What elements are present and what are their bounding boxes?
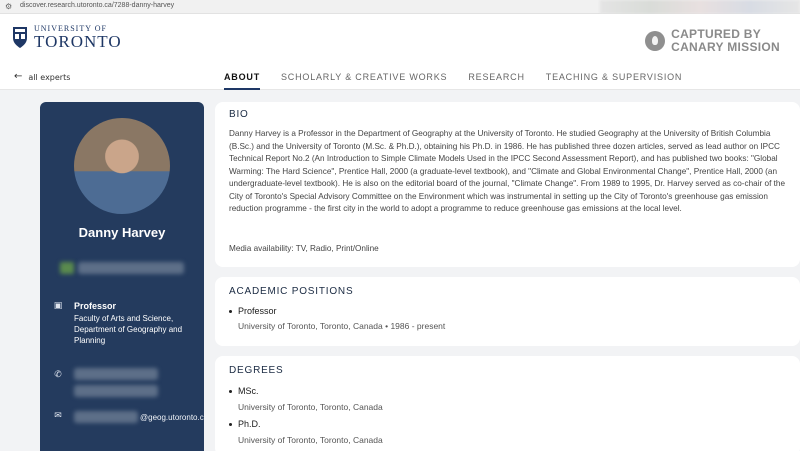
tab-teaching[interactable]: TEACHING & SUPERVISION: [546, 66, 682, 90]
profile-nav: ← all experts ABOUT SCHOLARLY & CREATIVE…: [0, 66, 800, 90]
captured-line2: CANARY MISSION: [671, 40, 780, 54]
tab-list: ABOUT SCHOLARLY & CREATIVE WORKS RESEARC…: [224, 66, 703, 90]
phone-icon: ✆: [54, 370, 62, 380]
site-header: UNIVERSITY OF TORONTO CAPTURED BY CANARY…: [0, 14, 800, 66]
academic-heading: ACADEMIC POSITIONS: [229, 286, 354, 297]
blurred-phone-2: [74, 385, 158, 397]
blurred-text: [78, 262, 184, 274]
bio-card: BIO Danny Harvey is a Professor in the D…: [215, 102, 800, 267]
degree-item-title: Ph.D.: [229, 419, 261, 429]
blurred-badge: [60, 262, 74, 274]
degree-item-title: MSc.: [229, 386, 259, 396]
logo-big-text: TORONTO: [34, 32, 122, 51]
tab-scholarly-works[interactable]: SCHOLARLY & CREATIVE WORKS: [281, 66, 447, 90]
url-text[interactable]: discover.research.utoronto.ca/7288-danny…: [20, 2, 174, 9]
bullet-icon: [229, 423, 232, 427]
browser-url-bar[interactable]: ⚙ discover.research.utoronto.ca/7288-dan…: [0, 0, 800, 14]
degree-item-detail: University of Toronto, Toronto, Canada: [238, 402, 383, 412]
blurred-browser-region: [600, 0, 800, 14]
bio-heading: BIO: [229, 109, 249, 120]
back-label: all experts: [28, 72, 71, 82]
back-link[interactable]: ← all experts: [14, 72, 70, 82]
bullet-icon: [229, 310, 232, 314]
bio-text: Danny Harvey is a Professor in the Depar…: [229, 129, 786, 213]
tab-about[interactable]: ABOUT: [224, 66, 260, 90]
mail-icon: ✉: [54, 411, 62, 421]
position-title: Professor: [74, 301, 117, 311]
site-settings-icon[interactable]: ⚙: [5, 2, 15, 12]
academic-positions-card: ACADEMIC POSITIONS Professor University …: [215, 277, 800, 346]
email-domain[interactable]: @geog.utoronto.ca: [140, 413, 208, 422]
academic-item-title: Professor: [229, 306, 277, 316]
tab-research[interactable]: RESEARCH: [468, 66, 524, 90]
degrees-card: DEGREES MSc. University of Toronto, Toro…: [215, 356, 800, 451]
bullet-icon: [229, 390, 232, 394]
blurred-email-user: [74, 411, 138, 423]
captured-watermark: CAPTURED BY CANARY MISSION: [645, 28, 780, 54]
degrees-heading: DEGREES: [229, 365, 284, 376]
uoft-logo[interactable]: UNIVERSITY OF TORONTO: [12, 24, 122, 50]
canary-icon: [645, 31, 666, 51]
profile-sidebar: Danny Harvey ▣ Professor Faculty of Arts…: [40, 102, 208, 451]
profile-name: Danny Harvey: [78, 225, 166, 240]
blurred-phone: [74, 368, 158, 380]
degree-item-detail: University of Toronto, Toronto, Canada: [238, 435, 383, 445]
avatar: [74, 118, 170, 214]
crest-icon: [13, 27, 27, 48]
academic-item-detail: University of Toronto, Toronto, Canada •…: [238, 321, 446, 331]
media-availability: Media availability: TV, Radio, Print/Onl…: [229, 244, 379, 253]
position-description: Faculty of Arts and Science, Department …: [74, 314, 183, 345]
arrow-left-icon: ←: [14, 71, 23, 82]
clipboard-icon: ▣: [53, 301, 63, 311]
